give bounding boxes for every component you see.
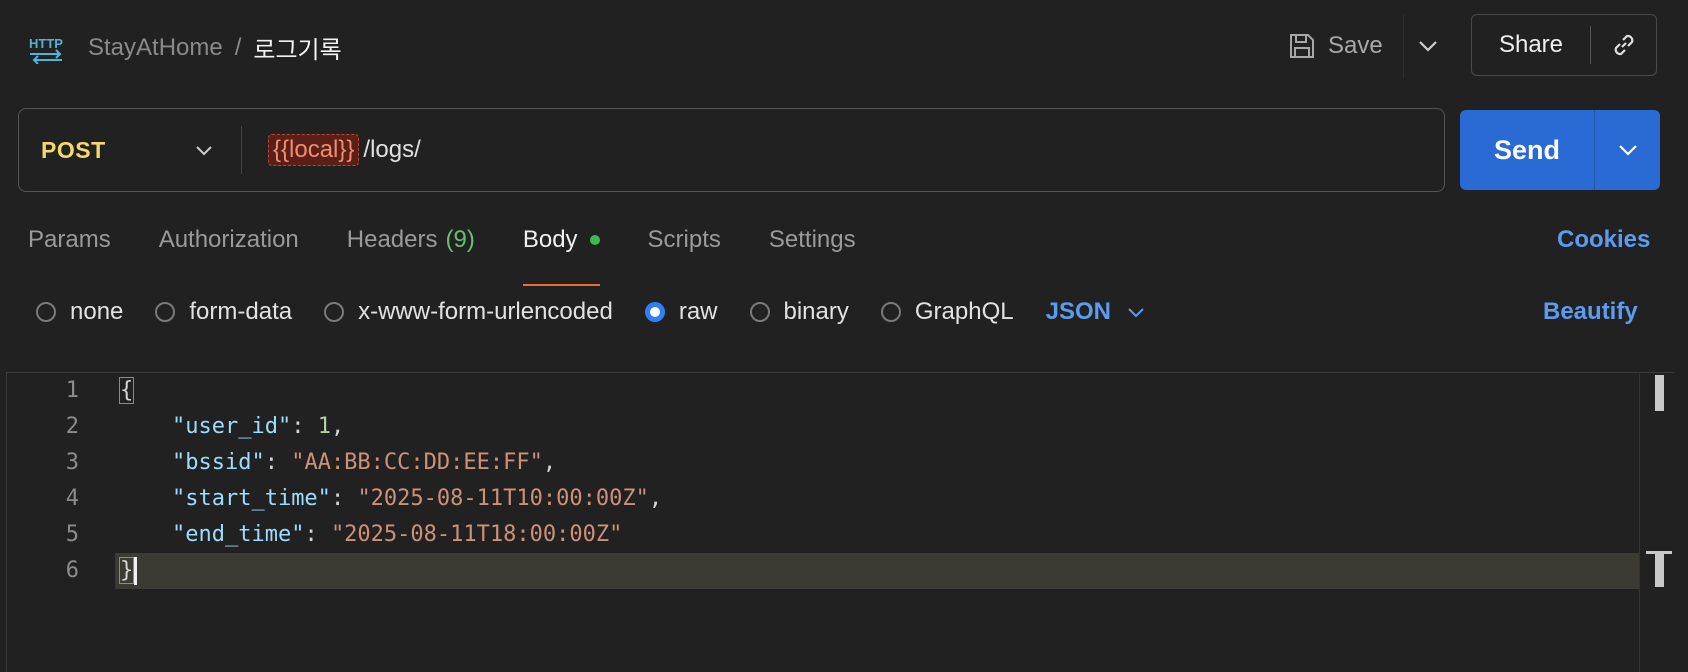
save-icon (1290, 34, 1314, 58)
line-number: 1 (65, 378, 79, 403)
radio-none[interactable] (36, 302, 56, 322)
radio-urlencoded[interactable] (324, 302, 345, 322)
copy-link-button[interactable] (1591, 30, 1656, 60)
option-label-urlencoded: x-www-form-urlencoded (358, 298, 613, 325)
cookies-link[interactable]: Cookies (1557, 226, 1650, 254)
tab-headers-label: Headers (346, 226, 438, 253)
tab-settings-label: Settings (768, 226, 856, 253)
code-line-current: } (115, 553, 1640, 589)
tab-settings[interactable]: Settings (769, 226, 856, 254)
option-label-binary: binary (783, 298, 849, 325)
json-value: "2025-08-11T10:00:00Z" (357, 486, 649, 511)
language-label: JSON (1045, 298, 1111, 325)
body-indicator-dot (589, 235, 600, 245)
text-cursor (134, 557, 138, 585)
line-number: 5 (65, 522, 79, 547)
body-option-none[interactable]: none (36, 298, 123, 326)
url-path: /logs/ (363, 136, 421, 163)
chevron-down-icon (196, 145, 212, 155)
tab-authorization[interactable]: Authorization (159, 226, 299, 254)
request-tabs: Params Authorization Headers (9) Body Sc… (28, 226, 904, 286)
method-select[interactable]: POST (19, 109, 241, 191)
body-option-urlencoded[interactable]: x-www-form-urlencoded (324, 298, 613, 326)
url-input[interactable]: {{local}} /logs/ (242, 134, 1444, 166)
save-label: Save (1328, 32, 1383, 59)
share-button[interactable]: Share (1472, 31, 1590, 59)
close-brace: } (119, 557, 135, 584)
radio-raw[interactable] (644, 302, 665, 322)
json-key: "user_id" (171, 414, 292, 439)
json-key: "bssid" (171, 450, 265, 475)
open-brace: { (119, 377, 135, 404)
body-type-options: none form-data x-www-form-urlencoded raw… (36, 298, 1145, 326)
code-editor[interactable]: 1 2 3 4 5 6 { "user_id": 1, "bssid": "AA… (6, 372, 1674, 672)
tab-scripts-label: Scripts (647, 226, 721, 253)
tab-scripts[interactable]: Scripts (648, 226, 721, 254)
breadcrumb: StayAtHome / 로그기록 (88, 30, 342, 65)
option-label-form-data: form-data (189, 298, 293, 325)
url-bar: POST {{local}} /logs/ (18, 108, 1445, 192)
send-options-button[interactable] (1595, 144, 1660, 156)
code-line: "bssid": "AA:BB:CC:DD:EE:FF", (171, 450, 557, 475)
json-key: "start_time" (171, 486, 331, 511)
code-content[interactable]: { "user_id": 1, "bssid": "AA:BB:CC:DD:EE… (115, 373, 1640, 589)
breadcrumb-separator: / (234, 33, 242, 61)
chevron-down-icon (1419, 41, 1437, 52)
headers-count-badge: (9) (445, 226, 475, 253)
link-icon (1614, 34, 1633, 56)
active-tab-underline (522, 284, 600, 286)
url-variable[interactable]: {{local}} (268, 134, 360, 166)
save-button[interactable]: Save (1288, 26, 1383, 66)
tab-body-label: Body (522, 226, 578, 253)
save-options-button[interactable] (1413, 30, 1443, 62)
body-option-graphql[interactable]: GraphQL (880, 298, 1014, 326)
tab-params-label: Params (28, 226, 111, 253)
editor-scrollbar[interactable] (1639, 373, 1674, 672)
language-select[interactable]: JSON (1046, 298, 1145, 326)
radio-binary[interactable] (749, 302, 770, 322)
code-line: "start_time": "2025-08-11T10:00:00Z", (171, 486, 663, 511)
scrollbar-cursor-marker (1655, 551, 1664, 587)
share-group: Share (1471, 14, 1657, 76)
body-option-binary[interactable]: binary (749, 298, 849, 326)
line-number: 2 (65, 414, 79, 439)
code-line: "user_id": 1, (171, 414, 345, 439)
svg-text:HTTP: HTTP (29, 36, 63, 51)
scrollbar-thumb[interactable] (1655, 375, 1664, 411)
tab-body[interactable]: Body (522, 226, 600, 286)
option-label-raw: raw (678, 298, 718, 325)
breadcrumb-collection[interactable]: StayAtHome (88, 34, 223, 62)
send-group: Send (1460, 110, 1660, 190)
tab-params[interactable]: Params (28, 226, 111, 254)
line-number: 3 (65, 450, 79, 475)
save-divider (1403, 14, 1404, 78)
beautify-button[interactable]: Beautify (1543, 298, 1638, 326)
radio-form-data[interactable] (155, 302, 176, 322)
tab-headers[interactable]: Headers (9) (347, 226, 475, 254)
body-option-raw[interactable]: raw (644, 298, 718, 326)
method-label: POST (41, 136, 106, 163)
line-number: 6 (65, 558, 79, 583)
chevron-down-icon (1618, 145, 1637, 156)
radio-graphql[interactable] (880, 302, 901, 322)
body-option-form-data[interactable]: form-data (155, 298, 292, 326)
option-label-none: none (70, 298, 124, 325)
json-value: "2025-08-11T18:00:00Z" (330, 522, 623, 547)
request-name[interactable]: 로그기록 (253, 30, 341, 65)
code-line: { (119, 373, 1640, 409)
http-icon: HTTP (29, 36, 63, 64)
json-value: "AA:BB:CC:DD:EE:FF" (291, 450, 543, 475)
line-number-gutter: 1 2 3 4 5 6 (7, 373, 79, 589)
json-key: "end_time" (171, 522, 305, 547)
code-line: "end_time": "2025-08-11T18:00:00Z" (171, 522, 623, 547)
tab-authorization-label: Authorization (158, 226, 299, 253)
option-label-graphql: GraphQL (914, 298, 1014, 325)
line-number: 4 (65, 486, 79, 511)
json-value: 1 (317, 414, 331, 439)
send-button[interactable]: Send (1460, 135, 1594, 166)
chevron-down-icon (1128, 307, 1144, 317)
